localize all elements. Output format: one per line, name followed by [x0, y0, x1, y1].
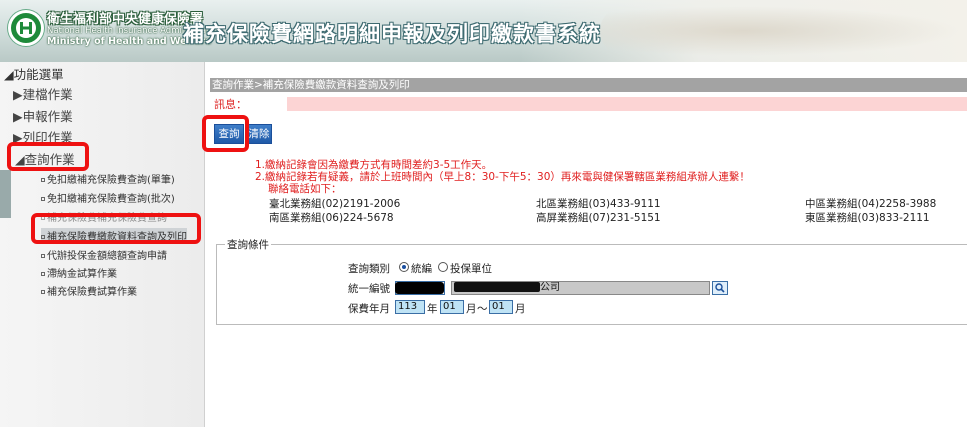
- sidebar-item-query[interactable]: ◢查詢作業: [15, 149, 75, 168]
- radio-tax-id-label[interactable]: 統編: [411, 261, 432, 276]
- header-banner: 衛生福利部中央健康保險署 National Health Insurance A…: [0, 0, 967, 62]
- office-north: 北區業務組(03)433-9111: [536, 198, 661, 210]
- square-bullet-icon: [41, 254, 45, 258]
- sidebar-item-print[interactable]: ▶列印作業: [13, 127, 73, 146]
- sidebar-subitem-premium-query[interactable]: 補充保險費補充保險費查詢: [41, 209, 167, 224]
- sidebar-item-build[interactable]: ▶建檔作業: [13, 84, 73, 103]
- sidebar-subitem-payment-query[interactable]: 補充保險費繳款資料查詢及列印: [41, 228, 187, 243]
- year-unit: 年: [427, 303, 438, 315]
- sidebar-subitem-insured-amount[interactable]: 代辦投保金額總額查詢申請: [41, 247, 167, 262]
- square-bullet-icon: [41, 178, 45, 182]
- range-separator: ～: [477, 303, 488, 315]
- year-input[interactable]: 113: [395, 300, 425, 314]
- nhi-logo-icon: [8, 10, 44, 46]
- message-bar: [287, 97, 967, 111]
- tax-id-label: 統一編號: [348, 283, 390, 295]
- period-label: 保費年月: [348, 303, 390, 315]
- square-bullet-icon: [41, 197, 45, 201]
- system-title: 補充保險費網路明細申報及列印繳款書系統: [183, 22, 601, 46]
- redacted-tax-id: [395, 282, 444, 294]
- page: 衛生福利部中央健康保險署 National Health Insurance A…: [0, 0, 967, 427]
- triangle-down-icon: ◢: [15, 152, 25, 167]
- breadcrumb: 查詢作業>補充保險費繳款資料查詢及列印: [210, 78, 967, 92]
- month-from-input[interactable]: 01: [440, 300, 464, 314]
- redacted-company-name: [454, 282, 540, 292]
- office-south: 南區業務組(06)224-5678: [269, 212, 394, 224]
- sidebar-item-declare[interactable]: ▶申報作業: [13, 106, 73, 125]
- sidebar: ◢功能選單 ▶建檔作業 ▶申報作業 ▶列印作業 ◢查詢作業 免扣繳補充保險費查詢…: [0, 62, 205, 427]
- month-to-input[interactable]: 01: [489, 300, 513, 314]
- company-name-field: 公司: [451, 281, 710, 295]
- magnifier-icon: [715, 283, 725, 293]
- sidebar-collapse-tab[interactable]: [0, 170, 11, 218]
- triangle-down-icon: ◢: [4, 67, 14, 82]
- note-line-3: 聯絡電話如下：: [268, 183, 342, 195]
- month-unit-1: 月: [466, 303, 477, 315]
- square-bullet-icon: [41, 235, 45, 239]
- month-unit-2: 月: [515, 303, 526, 315]
- query-conditions-legend: 查詢條件: [227, 239, 269, 251]
- square-bullet-icon: [41, 290, 45, 294]
- menu-title: ◢功能選單: [4, 67, 64, 82]
- clear-button[interactable]: 清除: [246, 124, 272, 144]
- office-kaoping: 高屏業務組(07)231-5151: [536, 212, 661, 224]
- sidebar-subitem-exempt-single[interactable]: 免扣繳補充保險費查詢(單筆): [41, 171, 175, 186]
- triangle-right-icon: ▶: [13, 109, 23, 124]
- message-label: 訊息：: [214, 98, 247, 111]
- office-east: 東區業務組(03)833-2111: [805, 212, 930, 224]
- query-button[interactable]: 查詢: [214, 124, 244, 144]
- sidebar-subitem-premium-calc[interactable]: 補充保險費試算作業: [41, 283, 137, 298]
- sidebar-subitem-late-fee[interactable]: 滯納金試算作業: [41, 265, 117, 280]
- square-bullet-icon: [41, 216, 45, 220]
- search-company-button[interactable]: [712, 281, 728, 295]
- radio-insured-unit-label[interactable]: 投保單位: [450, 261, 492, 276]
- radio-insured-unit[interactable]: [438, 262, 448, 272]
- triangle-right-icon: ▶: [13, 130, 23, 145]
- query-type-label: 查詢類別: [348, 263, 390, 275]
- square-bullet-icon: [41, 272, 45, 276]
- sidebar-subitem-exempt-batch[interactable]: 免扣繳補充保險費查詢(批次): [41, 190, 175, 205]
- radio-tax-id[interactable]: [399, 262, 409, 272]
- office-taipei: 臺北業務組(02)2191-2006: [269, 198, 401, 210]
- triangle-right-icon: ▶: [13, 87, 23, 102]
- org-name: 衛生福利部中央健康保險署: [47, 12, 204, 27]
- office-central: 中區業務組(04)2258-3988: [805, 198, 937, 210]
